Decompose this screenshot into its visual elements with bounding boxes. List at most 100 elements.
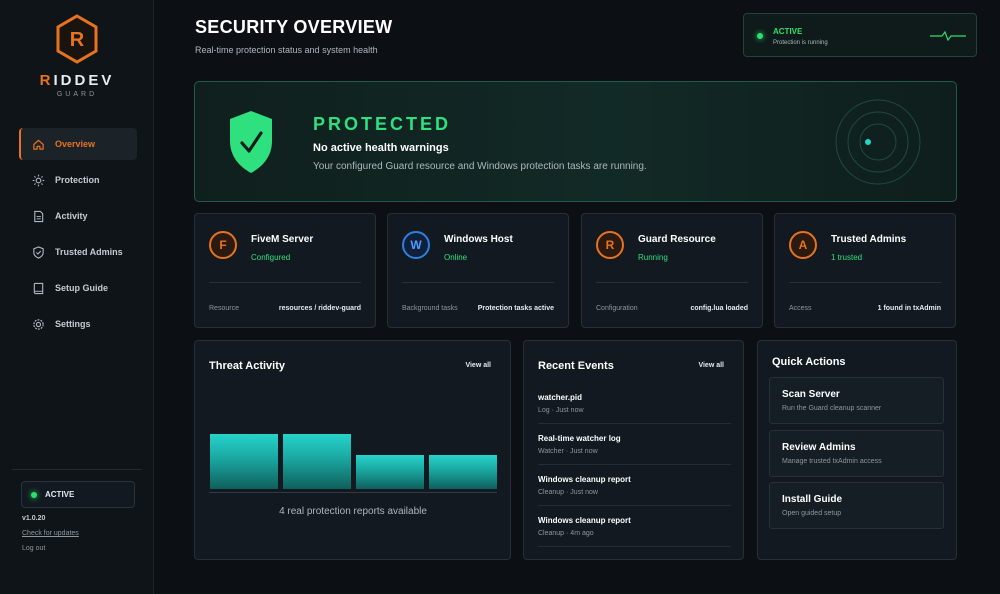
sidebar-item-label: Protection bbox=[55, 175, 100, 185]
scan-server-button[interactable]: Scan Server Run the Guard cleanup scanne… bbox=[769, 377, 944, 424]
status-dot-icon bbox=[31, 491, 37, 498]
status-dot-icon bbox=[757, 33, 763, 39]
card-detail-value: Protection tasks active bbox=[477, 305, 554, 312]
card-divider bbox=[789, 282, 941, 283]
event-divider bbox=[538, 423, 731, 424]
top-status-badge: ACTIVE Protection is running bbox=[743, 13, 977, 57]
quick-action-title: Review Admins bbox=[782, 442, 856, 453]
quick-action-title: Install Guide bbox=[782, 494, 843, 505]
radar-icon bbox=[835, 99, 921, 185]
card-divider bbox=[209, 282, 361, 283]
protection-status-subtitle: No active health warnings bbox=[313, 142, 449, 154]
sidebar-divider bbox=[12, 469, 142, 470]
logout-link[interactable]: Log out bbox=[22, 545, 45, 552]
shield-check-icon bbox=[31, 245, 45, 259]
sidebar-item-trusted-admins[interactable]: Trusted Admins bbox=[19, 236, 137, 268]
event-item[interactable]: Real-time watcher log Watcher · Just now bbox=[538, 434, 731, 455]
event-meta: Cleanup · Just now bbox=[538, 489, 598, 496]
event-item[interactable]: Windows cleanup report Cleanup · 4m ago bbox=[538, 516, 731, 537]
svg-text:R: R bbox=[70, 29, 85, 51]
sidebar-status-label: ACTIVE bbox=[45, 490, 75, 499]
install-guide-button[interactable]: Install Guide Open guided setup bbox=[769, 482, 944, 529]
events-view-all-link[interactable]: View all bbox=[698, 362, 724, 369]
event-divider bbox=[538, 505, 731, 506]
card-divider bbox=[596, 282, 748, 283]
top-status-title: ACTIVE bbox=[773, 27, 803, 36]
sidebar-item-label: Trusted Admins bbox=[55, 247, 123, 257]
card-state: Configured bbox=[251, 253, 291, 262]
threat-activity-bar bbox=[429, 455, 497, 489]
sidebar-status-badge: ACTIVE bbox=[21, 481, 135, 508]
threat-activity-panel: Threat Activity View all 4 real protecti… bbox=[194, 340, 511, 560]
event-meta: Log · Just now bbox=[538, 407, 584, 414]
card-detail-value: 1 found in txAdmin bbox=[877, 305, 941, 312]
check-updates-link[interactable]: Check for updates bbox=[22, 530, 79, 537]
sidebar-item-label: Overview bbox=[55, 139, 96, 149]
event-meta: Watcher · Just now bbox=[538, 448, 598, 455]
sidebar: R RIDDEV GUARD Overview Protection Activ… bbox=[0, 0, 154, 594]
event-title: Real-time watcher log bbox=[538, 434, 621, 443]
recent-events-title: Recent Events bbox=[538, 360, 614, 372]
windows-letter-icon: W bbox=[402, 231, 430, 259]
sidebar-item-activity[interactable]: Activity bbox=[19, 200, 137, 232]
event-divider bbox=[538, 464, 731, 465]
event-title: watcher.pid bbox=[538, 393, 583, 402]
sidebar-item-overview[interactable]: Overview bbox=[19, 128, 137, 160]
fivem-letter-icon: F bbox=[209, 231, 237, 259]
gear-icon bbox=[31, 317, 45, 331]
card-detail-key: Resource bbox=[209, 305, 239, 312]
event-title: Windows cleanup report bbox=[538, 475, 631, 484]
event-divider bbox=[538, 546, 731, 547]
sidebar-item-protection[interactable]: Protection bbox=[19, 164, 137, 196]
event-meta: Cleanup · 4m ago bbox=[538, 530, 594, 537]
card-state: 1 trusted bbox=[831, 253, 863, 262]
card-state: Online bbox=[444, 253, 468, 262]
sidebar-item-settings[interactable]: Settings bbox=[19, 308, 137, 340]
home-icon bbox=[31, 137, 45, 151]
quick-actions-title: Quick Actions bbox=[772, 356, 846, 368]
quick-action-subtitle: Run the Guard cleanup scanner bbox=[782, 405, 882, 412]
card-title: Windows Host bbox=[444, 234, 513, 245]
protection-status-title: PROTECTED bbox=[313, 114, 452, 134]
review-admins-button[interactable]: Review Admins Manage trusted txAdmin acc… bbox=[769, 430, 944, 477]
threat-reports-note: 4 real protection reports available bbox=[279, 506, 427, 517]
threat-activity-bar bbox=[210, 434, 278, 489]
protection-status-banner: PROTECTED No active health warnings Your… bbox=[194, 81, 957, 202]
version-label: v1.0.20 bbox=[22, 515, 46, 522]
sidebar-item-label: Setup Guide bbox=[55, 283, 109, 293]
card-title: Guard Resource bbox=[638, 234, 716, 245]
trusted-admins-card[interactable]: A Trusted Admins 1 trusted Access 1 foun… bbox=[774, 213, 956, 328]
sidebar-item-setup-guide[interactable]: Setup Guide bbox=[19, 272, 137, 304]
card-detail-value: config.lua loaded bbox=[690, 305, 748, 312]
guard-resource-card[interactable]: R Guard Resource Running Configuration c… bbox=[581, 213, 763, 328]
event-item[interactable]: Windows cleanup report Cleanup · Just no… bbox=[538, 475, 731, 496]
riddev-logo-icon: R bbox=[56, 14, 98, 64]
sidebar-item-label: Activity bbox=[55, 211, 88, 221]
shield-check-icon bbox=[230, 111, 272, 173]
admins-letter-icon: A bbox=[789, 231, 817, 259]
quick-actions-panel: Quick Actions Scan Server Run the Guard … bbox=[757, 340, 957, 560]
threat-activity-bar bbox=[283, 434, 351, 489]
heartbeat-icon bbox=[930, 30, 966, 42]
card-title: Trusted Admins bbox=[831, 234, 907, 245]
card-state: Running bbox=[638, 253, 668, 262]
threat-view-all-link[interactable]: View all bbox=[465, 362, 491, 369]
quick-action-subtitle: Open guided setup bbox=[782, 510, 842, 517]
card-title: FiveM Server bbox=[251, 234, 314, 245]
card-divider bbox=[402, 282, 554, 283]
card-detail-key: Background tasks bbox=[402, 305, 458, 312]
document-icon bbox=[31, 209, 45, 223]
chart-baseline bbox=[209, 492, 497, 493]
page-title: SECURITY OVERVIEW bbox=[195, 17, 393, 37]
sun-gear-icon bbox=[31, 173, 45, 187]
page-subtitle: Real-time protection status and system h… bbox=[195, 45, 378, 55]
card-detail-value: resources / riddev-guard bbox=[278, 305, 361, 312]
sidebar-item-label: Settings bbox=[55, 319, 91, 329]
fivem-server-card[interactable]: F FiveM Server Configured Resource resou… bbox=[194, 213, 376, 328]
event-item[interactable]: watcher.pid Log · Just now bbox=[538, 393, 731, 414]
book-icon bbox=[31, 281, 45, 295]
top-status-subtitle: Protection is running bbox=[773, 40, 828, 46]
windows-host-card[interactable]: W Windows Host Online Background tasks P… bbox=[387, 213, 569, 328]
protection-status-description: Your configured Guard resource and Windo… bbox=[313, 161, 647, 172]
event-title: Windows cleanup report bbox=[538, 516, 631, 525]
